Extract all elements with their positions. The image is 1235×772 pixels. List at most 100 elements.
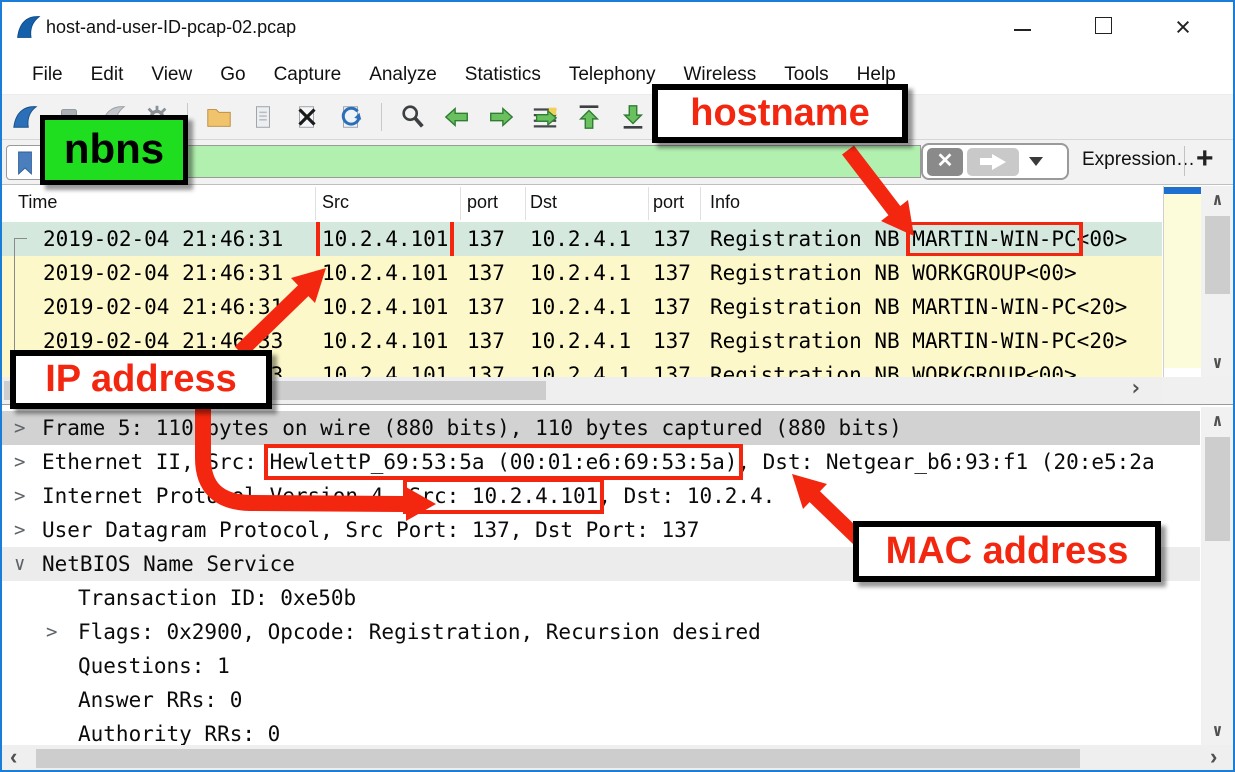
detail-row[interactable]: >Internet Protocol Version 4, Src: 10.2.… (0, 479, 1200, 513)
menu-item-statistics[interactable]: Statistics (451, 64, 555, 86)
detail-row[interactable]: Questions: 1 (0, 649, 1200, 683)
column-separator (700, 187, 701, 220)
scroll-down-icon[interactable]: ∨ (1201, 353, 1234, 373)
minimize-button[interactable] (1002, 14, 1042, 44)
menu-item-capture[interactable]: Capture (260, 64, 356, 86)
minimize-icon (1014, 29, 1031, 31)
cell-dst: 10.2.4.1 (530, 222, 631, 256)
expression-button[interactable]: Expression… (1082, 149, 1195, 171)
detail-text: Answer RRs: 0 (78, 683, 242, 717)
filter-separator (1184, 146, 1185, 176)
detail-segment: NetBIOS Name Service (42, 552, 295, 576)
info-suffix: <00> (1026, 261, 1077, 285)
menu-item-file[interactable]: File (18, 64, 77, 86)
cell-time: 2019-02-04 21:46:31 (43, 222, 283, 256)
details-vscrollbar[interactable]: ∧ ∨ (1201, 407, 1234, 745)
vscroll-thumb[interactable] (1205, 216, 1230, 294)
packet-row[interactable]: 2019-02-04 21:46:3110.2.4.10113710.2.4.1… (0, 222, 1162, 256)
detail-segment: , Dst: 10.2.4. (598, 484, 775, 508)
go-forward-icon[interactable] (484, 101, 517, 134)
vscroll-thumb[interactable] (1205, 437, 1230, 541)
column-header-dst-3[interactable]: Dst (530, 192, 557, 213)
hscroll-thumb[interactable] (36, 749, 1080, 768)
maximize-icon (1095, 17, 1112, 34)
detail-row[interactable]: Authority RRs: 0 (0, 717, 1200, 747)
filter-clear-button[interactable]: ✕ (927, 148, 963, 176)
detail-row[interactable]: Transaction ID: 0xe50b (0, 581, 1200, 615)
cell-src: 10.2.4.101 (322, 358, 448, 377)
detail-segment: Internet Protocol Version 4, (42, 484, 409, 508)
bookmark-icon (14, 150, 36, 176)
scroll-up-icon[interactable]: ∧ (1201, 411, 1234, 431)
filter-bookmark-button[interactable] (6, 145, 44, 180)
collapsed-chevron-icon[interactable]: > (14, 411, 25, 445)
info-hostname: MARTIN-WIN-PC (912, 329, 1076, 353)
open-file-icon[interactable] (202, 101, 235, 134)
add-filter-button[interactable]: + (1196, 142, 1214, 176)
menu-item-edit[interactable]: Edit (77, 64, 138, 86)
menu-item-tools[interactable]: Tools (770, 64, 842, 86)
expanded-chevron-icon[interactable]: ∨ (14, 547, 25, 581)
menu-item-view[interactable]: View (137, 64, 206, 86)
column-header-port-4[interactable]: port (653, 192, 684, 213)
start-capture-icon[interactable] (8, 101, 41, 134)
close-button[interactable]: × (1163, 14, 1203, 44)
go-to-packet-icon[interactable] (528, 101, 561, 134)
collapsed-chevron-icon[interactable]: > (14, 445, 25, 479)
scroll-left-icon[interactable]: ‹ (10, 744, 17, 770)
ip-address-annotation-label: IP address (10, 350, 272, 409)
detail-row[interactable]: > Frame 5: 110 bytes on wire (880 bits), … (0, 411, 1200, 445)
detail-row[interactable]: > Flags: 0x2900, Opcode: Registration, Re… (0, 615, 1200, 649)
scroll-right-icon[interactable]: › (1210, 744, 1217, 770)
detail-row[interactable]: >Ethernet II, Src: HewlettP_69:53:5a (00… (0, 445, 1200, 479)
toolbar-separator (381, 103, 382, 131)
menu-item-wireless[interactable]: Wireless (669, 64, 770, 86)
column-separator (648, 187, 649, 220)
info-prefix: Registration NB (710, 227, 912, 251)
column-header-port-2[interactable]: port (467, 192, 498, 213)
go-to-first-packet-icon[interactable] (572, 101, 605, 134)
save-file-icon[interactable] (246, 101, 279, 134)
packet-list-vscrollbar[interactable]: ∧ ∨ (1201, 186, 1234, 377)
detail-segment: Questions: 1 (78, 654, 230, 678)
maximize-button[interactable] (1082, 14, 1122, 44)
cell-src-port: 137 (467, 222, 505, 256)
reload-file-icon[interactable] (334, 101, 367, 134)
collapsed-chevron-icon[interactable]: > (14, 513, 25, 547)
info-prefix: Registration NB (710, 363, 912, 377)
filter-apply-button[interactable] (967, 148, 1019, 176)
cell-info: Registration NB MARTIN-WIN-PC<20> (710, 324, 1127, 358)
hostname-annotation-label: hostname (652, 84, 908, 143)
find-packet-icon[interactable] (396, 101, 429, 134)
details-hscrollbar[interactable]: ‹ › (2, 745, 1233, 772)
detail-segment: , Dst: Netgear_b6:93:f1 (20:e5:2a (737, 450, 1154, 474)
detail-text: Questions: 1 (78, 649, 230, 683)
cell-src-port: 137 (467, 324, 505, 358)
cell-dst: 10.2.4.1 (530, 358, 631, 377)
detail-row[interactable]: Answer RRs: 0 (0, 683, 1200, 717)
menu-item-analyze[interactable]: Analyze (355, 64, 451, 86)
column-header-time-0[interactable]: Time (18, 192, 57, 213)
scroll-right-icon[interactable]: › (1129, 376, 1142, 401)
filter-dropdown-caret-icon[interactable] (1029, 157, 1043, 166)
go-to-last-packet-icon[interactable] (616, 101, 649, 134)
minimap-end (1164, 368, 1201, 377)
menu-item-help[interactable]: Help (843, 64, 910, 86)
title-bar: host-and-user-ID-pcap-02.pcap × (0, 0, 1235, 55)
close-file-icon[interactable] (290, 101, 323, 134)
go-back-icon[interactable] (440, 101, 473, 134)
detail-segment: Flags: 0x2900, Opcode: Registration, Rec… (78, 620, 761, 644)
column-header-src-1[interactable]: Src (322, 192, 349, 213)
intelligent-scrollbar-minimap[interactable] (1163, 186, 1202, 377)
menu-item-go[interactable]: Go (206, 64, 259, 86)
collapsed-chevron-icon[interactable]: > (14, 479, 25, 513)
scroll-up-icon[interactable]: ∧ (1201, 190, 1234, 210)
cell-src: 10.2.4.101 (322, 256, 448, 290)
column-header-info-5[interactable]: Info (710, 192, 740, 213)
detail-text: Frame 5: 110 bytes on wire (880 bits), 1… (42, 411, 902, 445)
collapsed-chevron-icon[interactable]: > (46, 615, 57, 649)
packet-row[interactable]: 2019-02-04 21:46:3110.2.4.10113710.2.4.1… (0, 256, 1162, 290)
packet-row[interactable]: 2019-02-04 21:46:3110.2.4.10113710.2.4.1… (0, 290, 1162, 324)
menu-item-telephony[interactable]: Telephony (555, 64, 670, 86)
scroll-down-icon[interactable]: ∨ (1201, 721, 1234, 741)
